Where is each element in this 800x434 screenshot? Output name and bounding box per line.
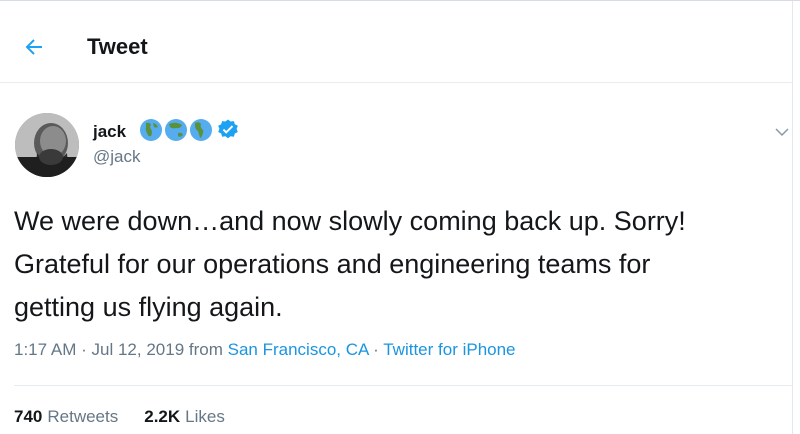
tweet-date[interactable]: Jul 12, 2019 bbox=[92, 340, 185, 359]
verified-badge-icon bbox=[218, 119, 238, 139]
likes-stat[interactable]: 2.2K Likes bbox=[144, 407, 225, 427]
globe-americas-icon bbox=[190, 119, 212, 141]
scrollbar-edge bbox=[792, 1, 800, 434]
chevron-down-icon bbox=[775, 128, 789, 137]
retweets-label: Retweets bbox=[47, 407, 119, 426]
back-button[interactable] bbox=[10, 23, 58, 71]
tweet-time[interactable]: 1:17 AM bbox=[14, 340, 76, 359]
tweet-text: We were down…and now slowly coming back … bbox=[14, 206, 686, 322]
tweet-location-link[interactable]: San Francisco, CA bbox=[228, 340, 369, 359]
page-header: Tweet bbox=[0, 1, 792, 83]
likes-count: 2.2K bbox=[144, 407, 181, 426]
retweets-count: 740 bbox=[14, 407, 43, 426]
tweet-page: Tweet jack @jack We were down…and now sl… bbox=[0, 0, 800, 434]
meta-separator: · bbox=[81, 340, 87, 359]
author-handle[interactable]: @jack bbox=[93, 147, 141, 167]
page-title: Tweet bbox=[87, 34, 148, 59]
globe-asia-australia-icon bbox=[165, 119, 187, 141]
globe-africa-europe-icon bbox=[140, 119, 162, 141]
author-badges bbox=[139, 118, 240, 142]
meta-separator: · bbox=[373, 340, 379, 359]
divider bbox=[14, 385, 792, 386]
tweet-stats: 740 Retweets 2.2K Likes bbox=[14, 407, 225, 427]
more-options-button[interactable] bbox=[768, 118, 796, 146]
from-label: from bbox=[188, 340, 223, 359]
author-name[interactable]: jack bbox=[93, 122, 126, 142]
back-arrow-icon bbox=[25, 39, 42, 55]
avatar[interactable] bbox=[15, 113, 79, 177]
retweets-stat[interactable]: 740 Retweets bbox=[14, 407, 118, 427]
likes-label: Likes bbox=[185, 407, 225, 426]
tweet-meta: 1:17 AM · Jul 12, 2019 from San Francisc… bbox=[14, 340, 516, 360]
tweet-source-link[interactable]: Twitter for iPhone bbox=[383, 340, 515, 359]
avatar-image bbox=[15, 113, 79, 177]
